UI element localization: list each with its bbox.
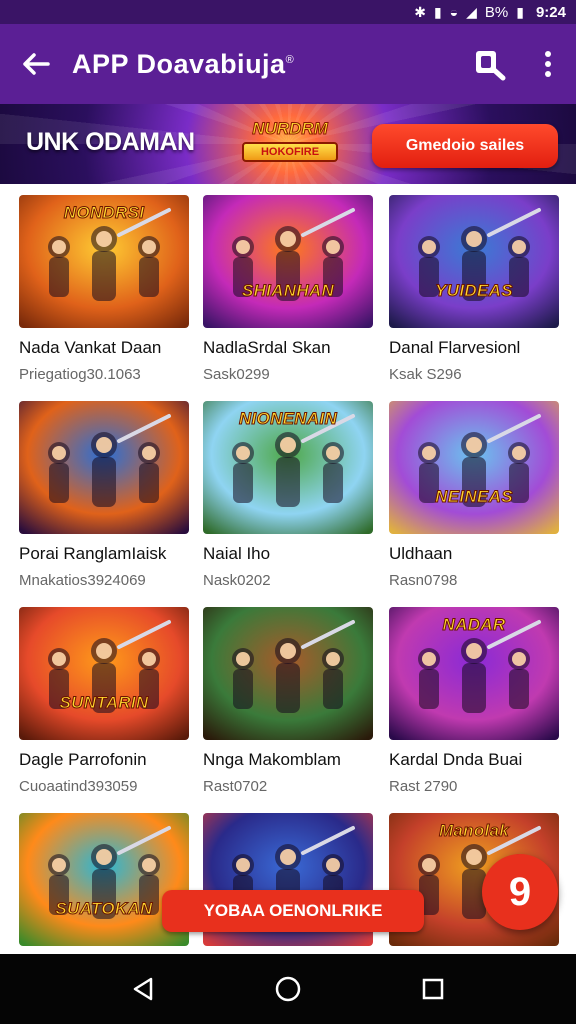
game-title: NadlaSrdal Skan	[203, 338, 331, 357]
back-button[interactable]	[0, 24, 72, 104]
game-subtitle: Rast 2790	[389, 778, 458, 795]
game-subtitle: Rasn0798	[389, 572, 458, 589]
banner-logo: NURDRM HOKOFIRE	[236, 118, 344, 170]
game-title: Nada Vankat Daan	[19, 338, 162, 357]
game-subtitle: Cuoaatind393059	[19, 778, 138, 795]
bluetooth-icon: ✱	[414, 4, 426, 20]
more-options-button[interactable]	[520, 24, 576, 104]
banner-logo-top: NURDRM	[252, 119, 329, 139]
status-bar: ✱ ▮ ◒ ◢ B% ▮ 9:24	[0, 0, 576, 24]
circle-home-icon	[275, 976, 301, 1002]
game-title: Danal Flarvesionl	[389, 338, 521, 357]
search-icon	[476, 51, 506, 81]
floating-action-button[interactable]: 9	[482, 854, 558, 930]
game-thumbnail-caption: SUNTARIN	[59, 693, 149, 713]
game-title: Porai RanglamIaisk	[19, 544, 167, 563]
game-thumbnail[interactable]: SUNTARIN	[19, 607, 189, 740]
promo-banner[interactable]: UNK ODAMAN NURDRM HOKOFIRE Gmedoio saile…	[0, 104, 576, 184]
game-thumbnail[interactable]: NEINEAS	[389, 401, 559, 534]
game-thumbnail-caption: Manolak	[438, 821, 510, 841]
search-button[interactable]	[460, 24, 520, 104]
arrow-left-icon	[23, 53, 50, 75]
banner-logo-bottom: HOKOFIRE	[242, 142, 338, 162]
game-card[interactable]: SUNTARIN Dagle Parrofonin Cuoaatind393059	[19, 607, 189, 795]
app-bar: APP Doavabiuja®	[0, 24, 576, 104]
banner-title: UNK ODAMAN	[26, 128, 195, 156]
page-title-text: APP Doavabiuja	[72, 48, 286, 79]
game-title: Uldhaan	[389, 544, 453, 563]
game-thumbnail-caption: NONDRSI	[63, 203, 145, 223]
game-subtitle: Nask0202	[203, 572, 271, 589]
game-subtitle: Mnakatios3924069	[19, 572, 146, 589]
battery-icon: ▮	[516, 4, 524, 20]
game-card[interactable]: Nnga Makomblam Rast0702	[203, 607, 373, 795]
game-title: Kardal Dnda Buai	[389, 750, 523, 769]
game-card[interactable]: Porai RanglamIaisk Mnakatios3924069	[19, 401, 189, 589]
game-subtitle: Sask0299	[203, 366, 270, 383]
square-recents-icon	[423, 978, 444, 1000]
triangle-back-icon	[133, 977, 152, 1001]
game-title: Naial Iho	[203, 544, 271, 563]
game-card[interactable]: YUIDEAS Danal Flarvesionl Ksak S296	[389, 195, 559, 383]
game-thumbnail[interactable]: NIONENAIN	[203, 401, 373, 534]
title-mark: ®	[285, 53, 295, 66]
game-card[interactable]: NONDRSI Nada Vankat Daan Priegatiog30.1063	[19, 195, 189, 383]
promo-snackbar-button[interactable]: YOBAA OENONLRIKE	[162, 890, 424, 932]
nav-recents-button[interactable]	[403, 959, 463, 1019]
game-grid: NONDRSI Nada Vankat Daan Priegatiog30.1063…	[0, 184, 576, 954]
game-card[interactable]: NADAR Kardal Dnda Buai Rast 2790	[389, 607, 559, 795]
more-vert-icon	[545, 51, 551, 77]
game-subtitle: Ksak S296	[389, 366, 462, 383]
game-thumbnail[interactable]: NONDRSI	[19, 195, 189, 328]
game-thumbnail-caption: NADAR	[442, 615, 506, 635]
game-subtitle: Rast0702	[203, 778, 268, 795]
game-card[interactable]: SHIANHAN NadlaSrdal Skan Sask0299	[203, 195, 373, 383]
clock: 9:24	[535, 3, 566, 21]
game-thumbnail-caption: NIONENAIN	[238, 409, 338, 429]
game-thumbnail[interactable]	[19, 401, 189, 534]
nav-home-button[interactable]	[258, 959, 318, 1019]
system-nav-bar	[0, 954, 576, 1024]
game-subtitle: Priegatiog30.1063	[19, 366, 141, 383]
game-thumbnail[interactable]	[203, 607, 373, 740]
game-thumbnail[interactable]: SHIANHAN	[203, 195, 373, 328]
page-title: APP Doavabiuja®	[72, 49, 460, 80]
game-thumbnail[interactable]: NADAR	[389, 607, 559, 740]
battery-text: B%	[484, 3, 509, 21]
banner-cta-button[interactable]: Gmedoio sailes	[372, 124, 558, 168]
nav-back-button[interactable]	[113, 959, 173, 1019]
game-thumbnail-caption: YUIDEAS	[435, 281, 513, 301]
game-thumbnail[interactable]: YUIDEAS	[389, 195, 559, 328]
game-thumbnail-caption: NEINEAS	[435, 487, 513, 507]
wifi-icon: ◒	[449, 4, 459, 20]
game-card[interactable]: NEINEAS Uldhaan Rasn0798	[389, 401, 559, 589]
signal-icon: ◢	[466, 4, 477, 20]
game-title: Nnga Makomblam	[203, 750, 341, 769]
game-title: Dagle Parrofonin	[19, 750, 147, 769]
alarm-icon: ▮	[433, 4, 442, 20]
game-thumbnail-caption: SHIANHAN	[241, 281, 335, 301]
game-card[interactable]: NIONENAIN Naial Iho Nask0202	[203, 401, 373, 589]
game-thumbnail-caption: SUATOKAN	[55, 899, 153, 919]
